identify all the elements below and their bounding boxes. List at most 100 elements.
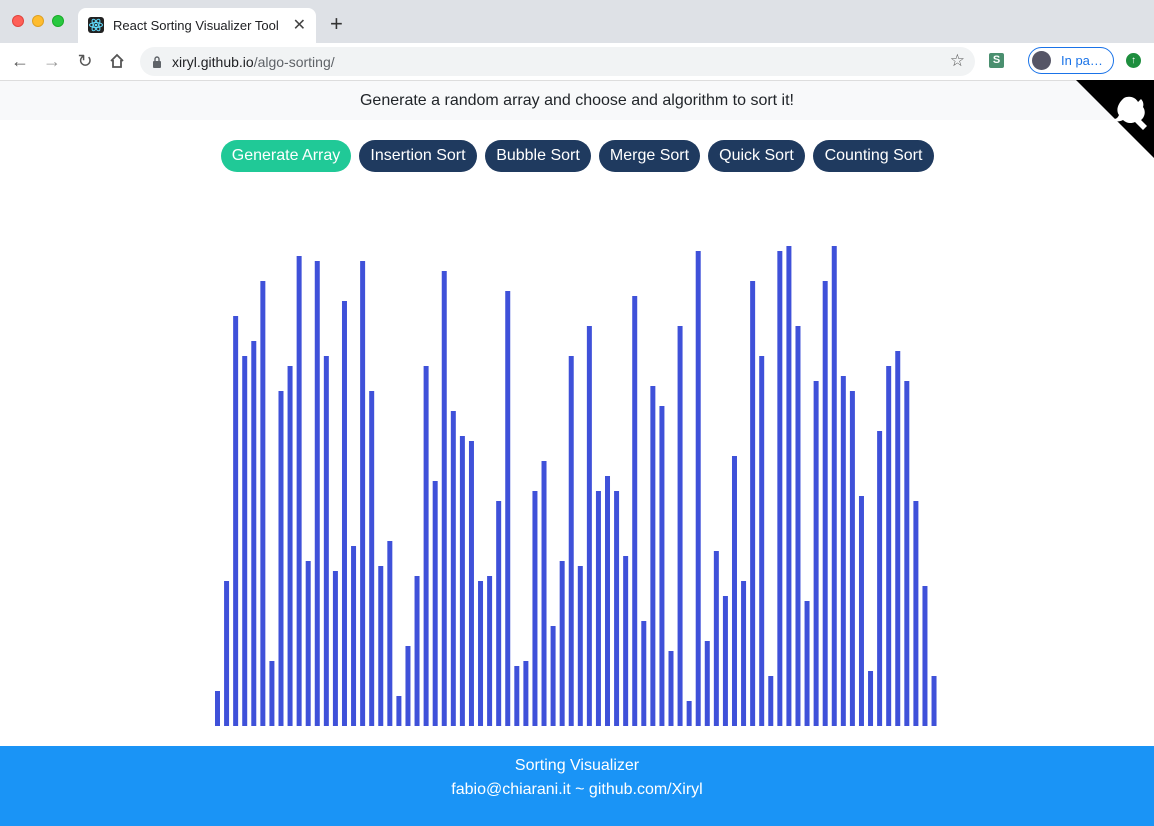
array-bar bbox=[741, 581, 747, 726]
array-bar bbox=[478, 581, 484, 726]
array-bar bbox=[224, 581, 230, 726]
array-bar bbox=[713, 551, 719, 726]
array-bar bbox=[641, 621, 647, 726]
array-bar bbox=[568, 356, 574, 726]
array-bar bbox=[886, 366, 892, 726]
array-bar bbox=[514, 666, 520, 726]
array-bar bbox=[378, 566, 384, 726]
array-bar bbox=[541, 461, 547, 726]
array-bar bbox=[786, 246, 792, 726]
extension-icon[interactable]: S bbox=[989, 53, 1004, 68]
array-bar bbox=[459, 436, 465, 726]
counting-sort-button[interactable]: Counting Sort bbox=[813, 140, 934, 172]
address-bar[interactable]: xiryl.github.io/algo-sorting/ ☆ bbox=[140, 47, 975, 76]
generate-array-button[interactable]: Generate Array bbox=[221, 140, 351, 172]
merge-sort-button[interactable]: Merge Sort bbox=[599, 140, 700, 172]
array-bar bbox=[432, 481, 438, 726]
avatar bbox=[1032, 51, 1051, 70]
array-bar bbox=[795, 326, 801, 726]
array-bar bbox=[314, 261, 320, 726]
array-bar bbox=[550, 626, 556, 726]
array-bar bbox=[396, 696, 402, 726]
array-bar bbox=[559, 561, 565, 726]
browser-tab[interactable]: React Sorting Visualizer Tool ✕ bbox=[78, 8, 316, 43]
array-bar bbox=[686, 701, 692, 726]
array-bar bbox=[341, 301, 347, 726]
array-bar bbox=[251, 341, 257, 726]
tab-title: React Sorting Visualizer Tool bbox=[113, 18, 279, 33]
array-bar bbox=[586, 326, 592, 726]
array-bar bbox=[659, 406, 665, 726]
array-bar bbox=[414, 576, 420, 726]
array-bar bbox=[895, 351, 901, 726]
array-bar bbox=[441, 271, 447, 726]
bookmark-star-icon[interactable]: ☆ bbox=[950, 51, 965, 71]
home-icon[interactable] bbox=[105, 49, 129, 73]
array-bar bbox=[305, 561, 311, 726]
array-bar bbox=[332, 571, 338, 726]
array-bar bbox=[523, 661, 529, 726]
array-bar bbox=[605, 476, 611, 726]
array-bar bbox=[695, 251, 701, 726]
array-bar bbox=[922, 586, 928, 726]
new-tab-button[interactable]: + bbox=[330, 13, 343, 35]
array-bar bbox=[487, 576, 493, 726]
array-bar bbox=[532, 491, 538, 726]
algorithm-controls: Generate Array Insertion Sort Bubble Sor… bbox=[0, 140, 1154, 172]
reload-icon[interactable]: ↻ bbox=[73, 49, 97, 73]
array-bar bbox=[405, 646, 411, 726]
update-arrow-icon[interactable]: ↑ bbox=[1126, 53, 1141, 68]
array-bar bbox=[496, 501, 502, 726]
array-bar bbox=[242, 356, 248, 726]
array-bar bbox=[722, 596, 728, 726]
window-minimize-button[interactable] bbox=[32, 15, 44, 27]
profile-button[interactable]: In pa… bbox=[1028, 47, 1114, 74]
array-bar bbox=[904, 381, 910, 726]
array-bar bbox=[913, 501, 919, 726]
lock-icon bbox=[152, 55, 162, 68]
array-bar bbox=[840, 376, 846, 726]
array-bar bbox=[858, 496, 864, 726]
array-bar bbox=[759, 356, 765, 726]
tab-close-icon[interactable]: ✕ bbox=[293, 15, 306, 35]
array-bar bbox=[632, 296, 638, 726]
footer: Sorting Visualizer fabio@chiarani.it ~ g… bbox=[0, 746, 1154, 826]
array-bar bbox=[360, 261, 366, 726]
back-arrow-icon[interactable]: ← bbox=[8, 49, 32, 73]
array-bar bbox=[813, 381, 819, 726]
array-bar bbox=[731, 456, 737, 726]
array-bar bbox=[278, 391, 284, 726]
instruction-banner: Generate a random array and choose and a… bbox=[0, 81, 1154, 120]
array-bar bbox=[215, 691, 220, 726]
array-bar bbox=[387, 541, 393, 726]
insertion-sort-button[interactable]: Insertion Sort bbox=[359, 140, 477, 172]
array-bar bbox=[931, 676, 937, 726]
array-bar bbox=[233, 316, 239, 726]
array-bar bbox=[822, 281, 828, 726]
array-bar bbox=[677, 326, 683, 726]
footer-links[interactable]: fabio@chiarani.it ~ github.com/Xiryl bbox=[0, 781, 1154, 799]
bubble-sort-button[interactable]: Bubble Sort bbox=[485, 140, 591, 172]
forward-arrow-icon[interactable]: → bbox=[40, 49, 64, 73]
array-bar bbox=[668, 651, 674, 726]
array-bar bbox=[468, 441, 474, 726]
array-bar bbox=[287, 366, 293, 726]
array-bar bbox=[296, 256, 302, 726]
array-bar bbox=[623, 556, 629, 726]
array-bar bbox=[704, 641, 710, 726]
array-bar bbox=[595, 491, 601, 726]
window-maximize-button[interactable] bbox=[52, 15, 64, 27]
array-bar bbox=[505, 291, 511, 726]
array-bar bbox=[351, 546, 357, 726]
url-text: xiryl.github.io/algo-sorting/ bbox=[172, 54, 335, 70]
array-bar bbox=[369, 391, 375, 726]
window-close-button[interactable] bbox=[12, 15, 24, 27]
array-bar-chart bbox=[215, 246, 937, 726]
array-bar bbox=[777, 251, 783, 726]
array-bar bbox=[450, 411, 456, 726]
array-bar bbox=[323, 356, 329, 726]
quick-sort-button[interactable]: Quick Sort bbox=[708, 140, 805, 172]
react-logo-icon bbox=[88, 17, 104, 33]
array-bar bbox=[877, 431, 883, 726]
profile-label: In pa… bbox=[1061, 53, 1103, 68]
